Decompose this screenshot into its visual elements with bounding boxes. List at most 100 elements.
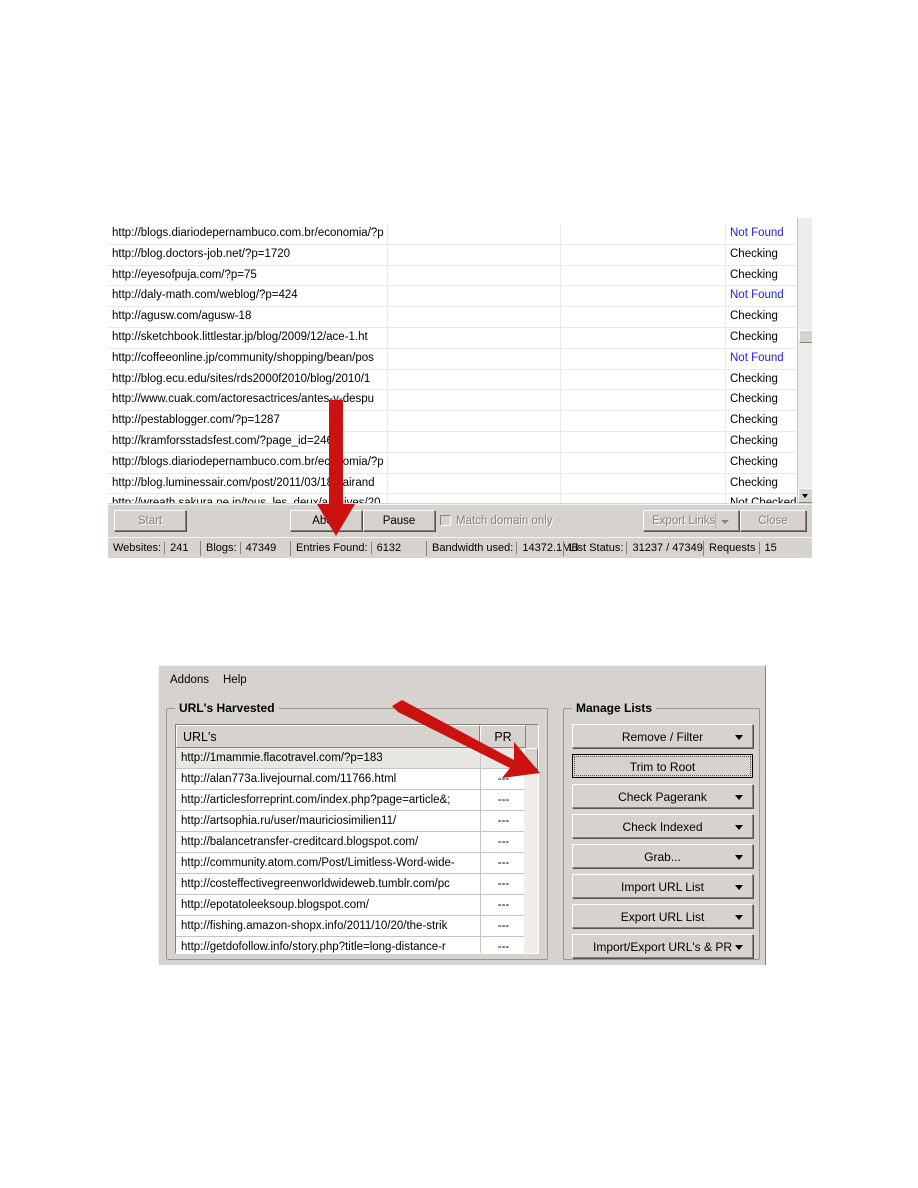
- chevron-down-icon[interactable]: [735, 915, 743, 920]
- cell-url: http://sketchbook.littlestar.jp/blog/200…: [108, 327, 388, 349]
- menu-item-help[interactable]: Help: [217, 671, 253, 689]
- link-checker-button-bar: Start Abort Pause Match domain only Expo…: [108, 504, 812, 537]
- cell-blank-b: [560, 410, 726, 432]
- manage-lists-title: Manage Lists: [572, 701, 657, 715]
- chevron-down-icon[interactable]: [735, 885, 743, 890]
- table-row[interactable]: http://www.cuak.com/actoresactrices/ante…: [108, 389, 812, 412]
- chevron-down-icon[interactable]: [735, 855, 743, 860]
- link-checker-table-viewport[interactable]: http://blogs.diariodepernambuco.com.br/e…: [108, 218, 812, 503]
- cell-blank-a: [387, 410, 561, 432]
- chevron-down-icon[interactable]: [735, 735, 743, 740]
- list-item[interactable]: http://costeffectivegreenworldwideweb.tu…: [176, 874, 526, 895]
- table-row[interactable]: http://coffeeonline.jp/community/shoppin…: [108, 348, 812, 370]
- list-item-pr: ---: [480, 790, 526, 810]
- cell-blank-a: [387, 306, 561, 328]
- cell-blank-b: [560, 285, 726, 308]
- list-item[interactable]: http://getdofollow.info/story.php?title=…: [176, 937, 526, 953]
- cell-blank-b: [560, 224, 726, 245]
- status-bar-item: Blogs: 47349: [200, 541, 281, 556]
- chevron-down-icon[interactable]: [735, 795, 743, 800]
- start-button[interactable]: Start: [114, 510, 186, 531]
- list-item[interactable]: http://balancetransfer-creditcard.blogsp…: [176, 832, 526, 853]
- scrollbar-thumb[interactable]: [799, 330, 812, 343]
- table-row[interactable]: http://blog.doctors-job.net/?p=1720 Check…: [108, 244, 812, 266]
- table-row[interactable]: http://daly-math.com/weblog/?p=424 Not Fo…: [108, 285, 812, 308]
- manage-button-import-export-url-s-pr[interactable]: Import/Export URL's & PR: [572, 934, 753, 958]
- table-row[interactable]: http://eyesofpuja.com/?p=75 Checking: [108, 265, 812, 287]
- cell-blank-a: [387, 369, 561, 391]
- status-bar-label: Blogs:: [206, 542, 240, 554]
- match-domain-only-checkbox[interactable]: Match domain only: [440, 515, 553, 527]
- export-links-button[interactable]: Export Links: [643, 510, 739, 531]
- manage-button-label: Check Indexed: [622, 820, 703, 834]
- table-row[interactable]: http://agusw.com/agusw-18 Checking: [108, 306, 812, 328]
- chevron-down-icon[interactable]: [735, 825, 743, 830]
- chevron-down-icon: [802, 494, 808, 498]
- cell-blank-a: [387, 244, 561, 266]
- annotation-arrow-bottom: [392, 700, 540, 778]
- status-bar-label: Bandwidth used:: [432, 542, 517, 554]
- list-item-url: http://costeffectivegreenworldwideweb.tu…: [181, 878, 450, 890]
- list-item-url: http://epotatoleeksoup.blogspot.com/: [181, 899, 369, 911]
- list-item-pr: ---: [480, 811, 526, 831]
- urls-harvested-title: URL's Harvested: [175, 701, 279, 715]
- table-row[interactable]: http://kramforsstadsfest.com/?page_id=24…: [108, 431, 812, 453]
- cell-blank-a: [387, 473, 561, 495]
- list-item[interactable]: http://artsophia.ru/user/mauriciosimilie…: [176, 811, 526, 832]
- cell-url: http://daly-math.com/weblog/?p=424: [108, 285, 388, 308]
- cell-blank-b: [560, 369, 726, 391]
- table-row[interactable]: http://blog.luminessair.com/post/2011/03…: [108, 473, 812, 495]
- table-row[interactable]: http://wreath.sakura.ne.jp/tous_les_deux…: [108, 493, 812, 503]
- list-item-pr: ---: [480, 853, 526, 873]
- menu-item-addons[interactable]: Addons: [164, 671, 215, 689]
- manage-button-check-pagerank[interactable]: Check Pagerank: [572, 784, 753, 808]
- cell-blank-b: [560, 473, 726, 495]
- cell-url: http://blog.ecu.edu/sites/rds2000f2010/b…: [108, 369, 388, 391]
- manage-button-check-indexed[interactable]: Check Indexed: [572, 814, 753, 838]
- list-item-pr: ---: [480, 832, 526, 852]
- cell-blank-a: [387, 431, 561, 453]
- scroll-down-button[interactable]: [798, 488, 812, 503]
- list-item-pr: ---: [480, 895, 526, 915]
- cell-blank-b: [560, 431, 726, 453]
- annotation-arrow-top: [317, 400, 355, 536]
- manage-button-import-url-list[interactable]: Import URL List: [572, 874, 753, 898]
- cell-blank-b: [560, 348, 726, 370]
- close-button[interactable]: Close: [740, 510, 806, 531]
- manage-lists-group: Manage Lists Remove / Filter Trim to Root…: [563, 701, 760, 960]
- chevron-down-icon[interactable]: [735, 945, 743, 950]
- manage-button-label: Remove / Filter: [621, 730, 704, 744]
- button-separator: [715, 513, 716, 529]
- list-item-url: http://getdofollow.info/story.php?title=…: [181, 941, 446, 953]
- link-checker-table[interactable]: http://blogs.diariodepernambuco.com.br/e…: [108, 224, 812, 503]
- manage-button-label: Export URL List: [620, 910, 705, 924]
- checkbox-box-icon[interactable]: [440, 515, 451, 526]
- manage-button-label: Grab...: [644, 850, 681, 864]
- manage-button-grab[interactable]: Grab...: [572, 844, 753, 868]
- focus-outline: [574, 756, 751, 776]
- list-item[interactable]: http://fishing.amazon-shopx.info/2011/10…: [176, 916, 526, 937]
- manage-button-remove-filter[interactable]: Remove / Filter: [572, 724, 753, 748]
- table-row[interactable]: http://blogs.diariodepernambuco.com.br/e…: [108, 452, 812, 474]
- table-row[interactable]: http://pestablogger.com/?p=1287 Checking: [108, 410, 812, 432]
- manage-button-export-url-list[interactable]: Export URL List: [572, 904, 753, 928]
- link-checker-vertical-scrollbar[interactable]: [797, 218, 812, 503]
- link-checker-table-body: http://blogs.diariodepernambuco.com.br/e…: [108, 224, 812, 503]
- cell-blank-a: [387, 265, 561, 287]
- pause-button[interactable]: Pause: [363, 510, 435, 531]
- cell-blank-a: [387, 452, 561, 474]
- match-domain-only-label: Match domain only: [456, 515, 553, 527]
- table-row[interactable]: http://blogs.diariodepernambuco.com.br/e…: [108, 224, 812, 245]
- cell-blank-b: [560, 452, 726, 474]
- link-checker-status-bar: Websites: 241 Blogs: 47349 Entries Found: …: [108, 537, 812, 558]
- list-item[interactable]: http://epotatoleeksoup.blogspot.com/ ---: [176, 895, 526, 916]
- table-row[interactable]: http://sketchbook.littlestar.jp/blog/200…: [108, 327, 812, 349]
- manage-button-trim-to-root[interactable]: Trim to Root: [572, 754, 753, 778]
- export-links-label: Export Links: [652, 515, 716, 527]
- table-row[interactable]: http://blog.ecu.edu/sites/rds2000f2010/b…: [108, 369, 812, 391]
- status-bar-value: 241: [164, 542, 189, 554]
- status-bar-value: 31237 / 47349: [626, 542, 703, 554]
- list-item[interactable]: http://community.atom.com/Post/Limitless…: [176, 853, 526, 874]
- cell-blank-b: [560, 493, 726, 503]
- list-item[interactable]: http://articlesforreprint.com/index.php?…: [176, 790, 526, 811]
